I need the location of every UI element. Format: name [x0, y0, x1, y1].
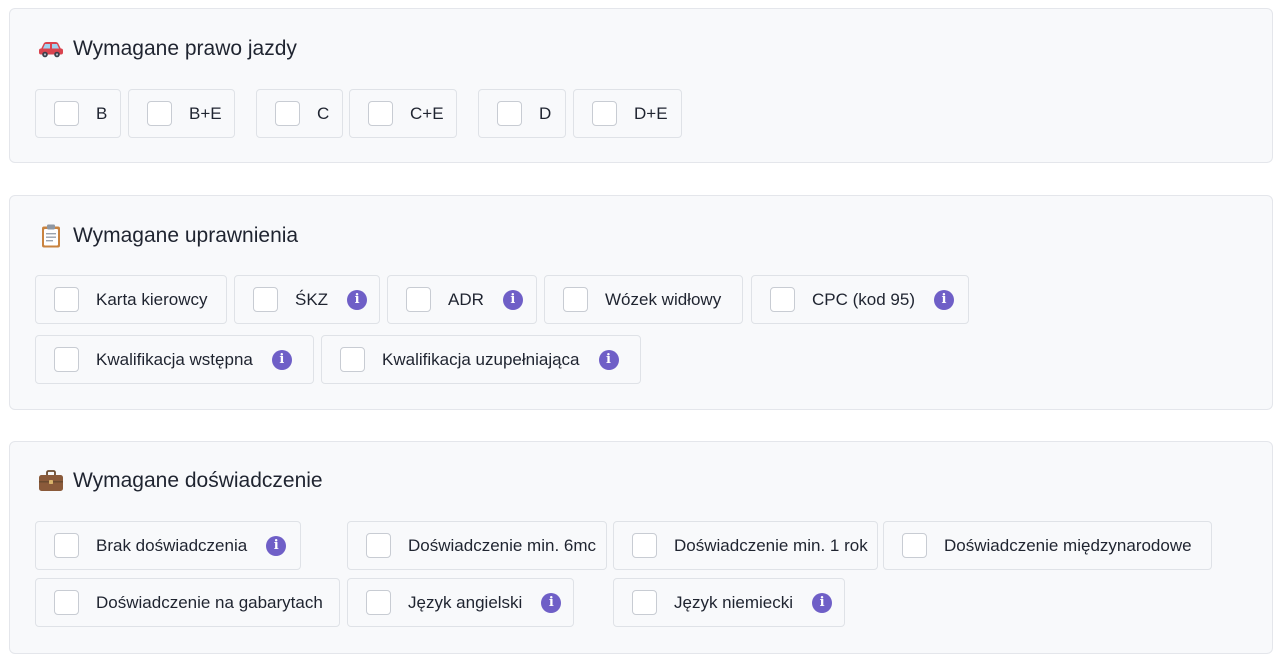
- permission-option-skz[interactable]: ŚKZ i: [234, 275, 380, 324]
- checkbox[interactable]: [497, 101, 522, 126]
- option-label: Doświadczenie min. 6mc: [408, 535, 597, 555]
- info-icon[interactable]: i: [271, 349, 292, 370]
- permission-option-adr[interactable]: ADR i: [387, 275, 537, 324]
- option-label: Doświadczenie międzynarodowe: [944, 535, 1192, 555]
- option-label: Doświadczenie min. 1 rok: [674, 535, 868, 555]
- experience-option-min-1-rok[interactable]: Doświadczenie min. 1 rok: [613, 521, 878, 570]
- option-label: C: [317, 103, 330, 123]
- option-label: Doświadczenie na gabarytach: [96, 592, 323, 612]
- experience-option-miedzynarodowe[interactable]: Doświadczenie międzynarodowe: [883, 521, 1212, 570]
- permissions-title: Wymagane uprawnienia: [38, 224, 298, 248]
- checkbox[interactable]: [632, 590, 657, 615]
- option-label: CPC (kod 95): [812, 289, 915, 309]
- driving-license-section: Wymagane prawo jazdy B B+E C C+E D D+E: [9, 8, 1273, 163]
- experience-title: Wymagane doświadczenie: [38, 469, 323, 493]
- option-label: ADR: [448, 289, 484, 309]
- checkbox[interactable]: [54, 287, 79, 312]
- permission-option-kwalifikacja-uzupelniajaca[interactable]: Kwalifikacja uzupełniająca i: [321, 335, 641, 384]
- checkbox[interactable]: [147, 101, 172, 126]
- checkbox[interactable]: [366, 533, 391, 558]
- experience-option-jezyk-niemiecki[interactable]: Język niemiecki i: [613, 578, 845, 627]
- checkbox[interactable]: [340, 347, 365, 372]
- option-label: B+E: [189, 103, 222, 123]
- experience-title-text: Wymagane doświadczenie: [73, 469, 323, 492]
- checkbox[interactable]: [253, 287, 278, 312]
- option-label: B: [96, 103, 108, 123]
- option-label: ŚKZ: [295, 289, 329, 309]
- permission-option-wozek-widlowy[interactable]: Wózek widłowy: [544, 275, 743, 324]
- license-option-b[interactable]: B: [35, 89, 121, 138]
- option-label: Brak doświadczenia: [96, 535, 248, 555]
- checkbox[interactable]: [54, 347, 79, 372]
- checkbox[interactable]: [54, 590, 79, 615]
- license-option-de[interactable]: D+E: [573, 89, 682, 138]
- option-label: C+E: [410, 103, 444, 123]
- checkbox[interactable]: [770, 287, 795, 312]
- checkbox[interactable]: [592, 101, 617, 126]
- option-label: Kwalifikacja uzupełniająca: [382, 349, 580, 369]
- permission-option-kwalifikacja-wstepna[interactable]: Kwalifikacja wstępna i: [35, 335, 314, 384]
- option-label: D+E: [634, 103, 668, 123]
- info-icon[interactable]: i: [541, 592, 562, 613]
- car-icon: [38, 37, 64, 61]
- option-label: Wózek widłowy: [605, 289, 722, 309]
- license-option-d[interactable]: D: [478, 89, 566, 138]
- license-option-be[interactable]: B+E: [128, 89, 235, 138]
- option-label: Karta kierowcy: [96, 289, 208, 309]
- info-icon[interactable]: i: [347, 289, 368, 310]
- option-label: Język angielski: [408, 592, 523, 612]
- info-icon[interactable]: i: [933, 289, 954, 310]
- permission-option-cpc[interactable]: CPC (kod 95) i: [751, 275, 969, 324]
- checkbox[interactable]: [563, 287, 588, 312]
- permissions-section: Wymagane uprawnienia Karta kierowcy ŚKZ …: [9, 195, 1273, 410]
- briefcase-icon: [38, 469, 64, 493]
- checkbox[interactable]: [366, 590, 391, 615]
- permissions-title-text: Wymagane uprawnienia: [73, 224, 299, 247]
- checkbox[interactable]: [368, 101, 393, 126]
- checkbox[interactable]: [54, 533, 79, 558]
- permission-option-karta-kierowcy[interactable]: Karta kierowcy: [35, 275, 227, 324]
- experience-option-gabaryty[interactable]: Doświadczenie na gabarytach: [35, 578, 340, 627]
- option-label: D: [539, 103, 552, 123]
- info-icon[interactable]: i: [598, 349, 619, 370]
- experience-option-min-6mc[interactable]: Doświadczenie min. 6mc: [347, 521, 607, 570]
- option-label: Język niemiecki: [674, 592, 794, 612]
- license-option-ce[interactable]: C+E: [349, 89, 457, 138]
- experience-option-jezyk-angielski[interactable]: Język angielski i: [347, 578, 574, 627]
- checkbox[interactable]: [54, 101, 79, 126]
- info-icon[interactable]: i: [812, 592, 833, 613]
- info-icon[interactable]: i: [266, 535, 287, 556]
- driving-license-title: Wymagane prawo jazdy: [38, 37, 297, 61]
- checkbox[interactable]: [902, 533, 927, 558]
- info-icon[interactable]: i: [502, 289, 523, 310]
- checkbox[interactable]: [632, 533, 657, 558]
- experience-option-brak-doswiadczenia[interactable]: Brak doświadczenia i: [35, 521, 301, 570]
- experience-section: Wymagane doświadczenie Brak doświadczeni…: [9, 441, 1273, 654]
- checkbox[interactable]: [275, 101, 300, 126]
- checkbox[interactable]: [406, 287, 431, 312]
- driving-license-title-text: Wymagane prawo jazdy: [73, 37, 297, 60]
- clipboard-icon: [38, 224, 64, 248]
- license-option-c[interactable]: C: [256, 89, 343, 138]
- option-label: Kwalifikacja wstępna: [96, 349, 253, 369]
